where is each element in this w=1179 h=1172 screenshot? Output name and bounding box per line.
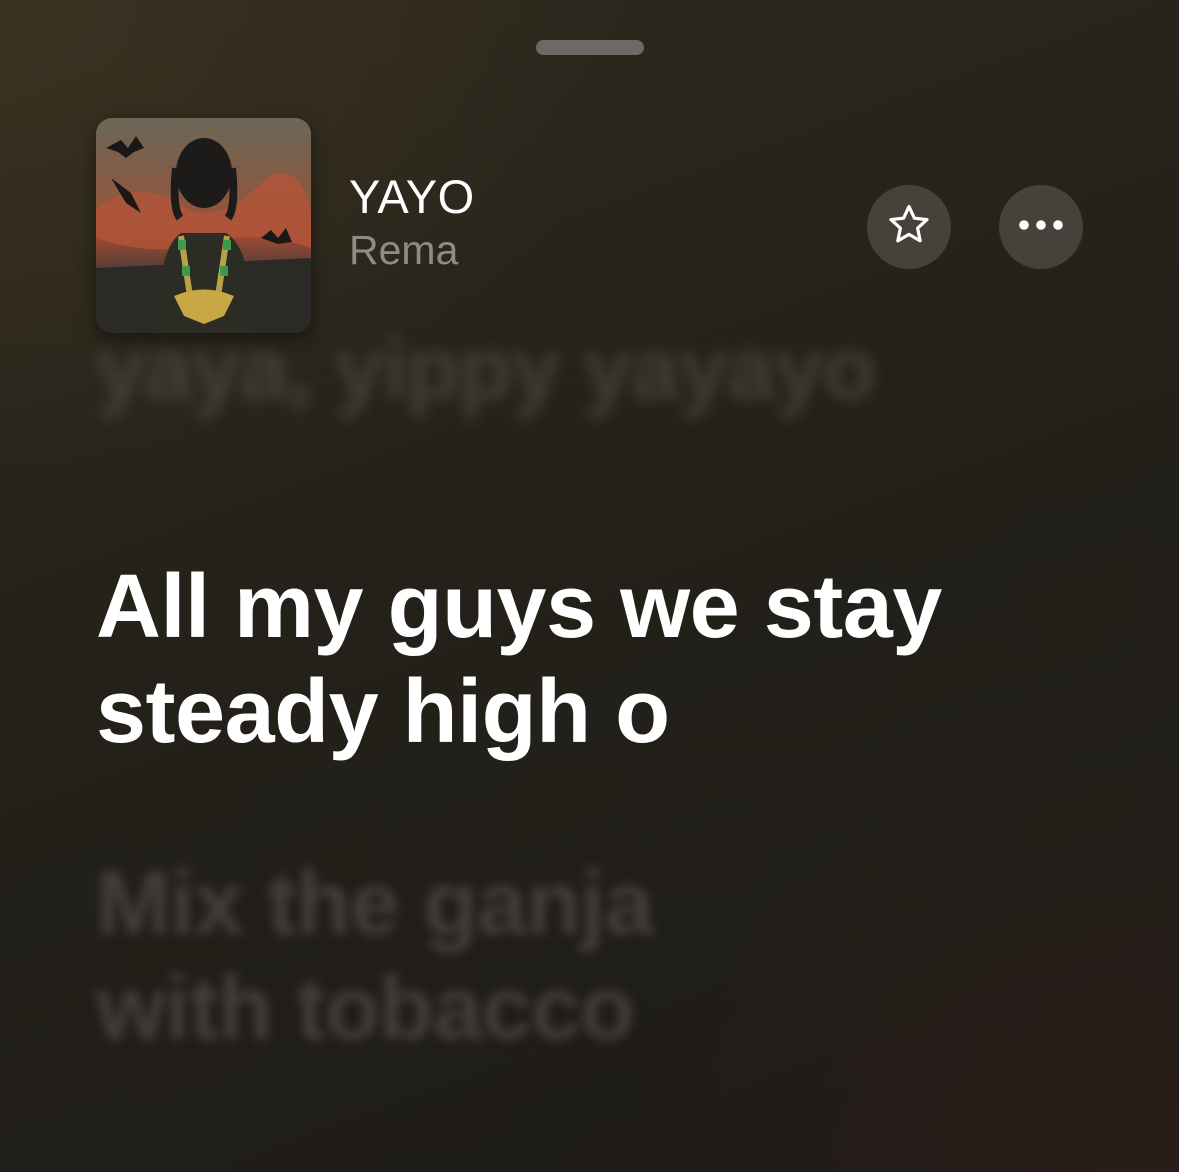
lyric-line-current[interactable]: All my guys we stay steady high o bbox=[96, 555, 1056, 766]
ellipsis-icon bbox=[1017, 218, 1065, 236]
star-outline-icon bbox=[885, 201, 933, 254]
album-artwork[interactable] bbox=[96, 118, 311, 333]
more-options-button[interactable] bbox=[999, 185, 1083, 269]
lyric-line-next[interactable]: Mix the ganja with tobacco bbox=[96, 852, 796, 1063]
now-playing-header: YAYO Rema bbox=[96, 118, 1083, 333]
favorite-button[interactable] bbox=[867, 185, 951, 269]
artist-name[interactable]: Rema bbox=[349, 224, 475, 276]
track-title: YAYO bbox=[349, 170, 475, 223]
sheet-grabber-handle[interactable] bbox=[536, 40, 644, 55]
lyrics-view[interactable]: yaya, yippy yayayo All my guys we stay s… bbox=[96, 319, 1096, 1063]
track-info[interactable]: YAYO Rema bbox=[349, 168, 475, 276]
lyric-line-previous[interactable]: yaya, yippy yayayo bbox=[96, 318, 1096, 418]
